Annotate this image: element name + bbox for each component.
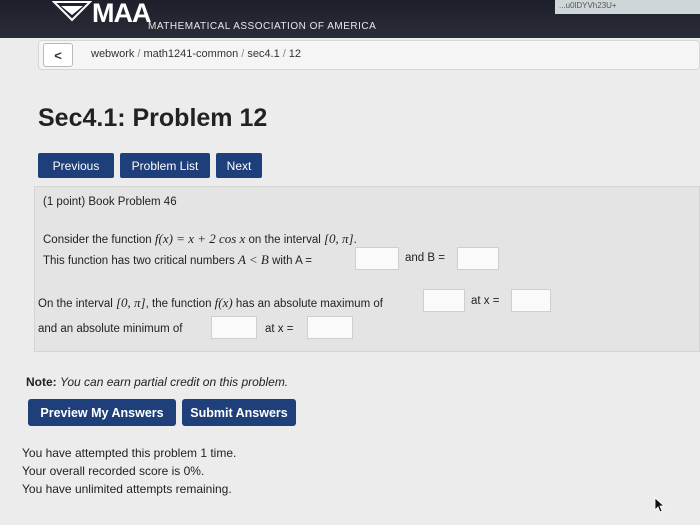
critical-numbers-expression: A < B xyxy=(237,252,269,267)
submit-answers-button[interactable]: Submit Answers xyxy=(182,399,296,426)
attempts-status: You have attempted this problem 1 time. xyxy=(22,446,237,460)
problem-box: (1 point) Book Problem 46 Consider the f… xyxy=(34,186,700,352)
next-button[interactable]: Next xyxy=(216,153,262,178)
function-expression: f(x) = x + 2 cos x xyxy=(154,231,246,246)
label-max-x: at x = xyxy=(471,295,500,307)
label-A: with A = xyxy=(268,255,313,267)
function-name: f(x) xyxy=(214,295,233,310)
breadcrumb-item-set[interactable]: sec4.1 xyxy=(247,48,279,60)
label-min: and an absolute minimum of xyxy=(38,323,183,335)
score-status: Your overall recorded score is 0%. xyxy=(22,464,205,478)
problem-nav: Previous Problem List Next xyxy=(38,153,262,178)
problem-line-1: Consider the function f(x) = x + 2 cos x… xyxy=(43,231,357,247)
problem-heading-text: (1 point) Book Problem 46 xyxy=(43,196,177,208)
page-title: Sec4.1: Problem 12 xyxy=(38,104,268,132)
back-button[interactable]: < xyxy=(43,43,73,67)
problem-heading: (1 point) Book Problem 46 xyxy=(43,196,177,208)
line1-mid: on the interval xyxy=(245,234,324,246)
maa-logo-icon xyxy=(52,1,92,22)
mouse-cursor-icon xyxy=(654,497,666,513)
label-min-x: at x = xyxy=(265,323,294,335)
line1-prefix: Consider the function xyxy=(43,234,155,246)
interval-expression: [0, π] xyxy=(323,231,354,246)
org-name: MATHEMATICAL ASSOCIATION OF AMERICA xyxy=(148,21,377,32)
problem-line-2: This function has two critical numbers A… xyxy=(43,252,312,268)
breadcrumb-item-problem: 12 xyxy=(288,48,302,60)
url-fragment: ...u0lDYVh23U+ xyxy=(555,0,700,14)
line1-end: . xyxy=(353,234,357,246)
preview-answers-button[interactable]: Preview My Answers xyxy=(28,399,176,426)
answer-min-x-input[interactable] xyxy=(307,316,353,339)
answer-B-input[interactable] xyxy=(457,247,499,270)
answer-A-input[interactable] xyxy=(355,247,399,270)
site-header: MAA MATHEMATICAL ASSOCIATION OF AMERICA … xyxy=(0,0,700,38)
breadcrumb-item-webwork[interactable]: webwork xyxy=(91,48,134,60)
label-B: and B = xyxy=(405,252,445,264)
note-label: Note: xyxy=(26,375,57,389)
label-max: has an absolute maximum of xyxy=(232,298,383,310)
breadcrumb: webwork / math1241-common / sec4.1/12 xyxy=(91,48,302,60)
breadcrumb-bar: < webwork / math1241-common / sec4.1/12 xyxy=(38,40,700,70)
problem-list-button[interactable]: Problem List xyxy=(120,153,210,178)
answer-max-value-input[interactable] xyxy=(423,289,465,312)
problem-line-3: On the interval [0, π], the function f(x… xyxy=(38,295,383,311)
interval-expression-2: [0, π] xyxy=(115,295,146,310)
previous-button[interactable]: Previous xyxy=(38,153,114,178)
maa-logo-text: MAA xyxy=(92,0,151,28)
note-text: You can earn partial credit on this prob… xyxy=(60,375,289,389)
answer-max-x-input[interactable] xyxy=(511,289,551,312)
line3-mid: , the function xyxy=(145,298,215,310)
line2-prefix: This function has two critical numbers xyxy=(43,255,238,267)
answer-min-value-input[interactable] xyxy=(211,316,257,339)
partial-credit-note: Note: You can earn partial credit on thi… xyxy=(26,375,288,389)
remaining-status: You have unlimited attempts remaining. xyxy=(22,482,232,496)
breadcrumb-item-course[interactable]: math1241-common xyxy=(143,48,238,60)
line3-prefix: On the interval xyxy=(38,298,116,310)
